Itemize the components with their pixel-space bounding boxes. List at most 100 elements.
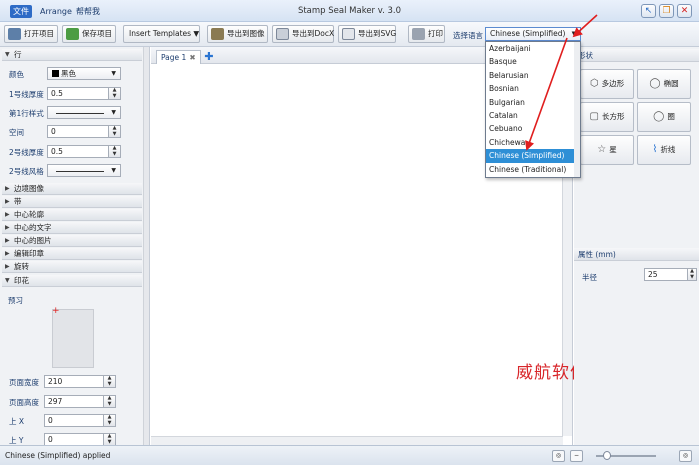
document-icon [276,28,289,40]
add-page-icon[interactable]: ✚ [203,51,215,63]
section-center-image[interactable]: ▶ 中心的图片 [2,235,142,247]
polyline-shape-button[interactable]: ⌇ 折线 [637,135,691,165]
help-window-button[interactable]: ↖ [641,4,656,18]
line-style-sample [56,171,104,172]
expanded-icon: ▼ [5,51,10,58]
zoom-in-icon: ◎ [682,452,689,459]
line2-width-input[interactable]: 0.5 [47,145,109,158]
circle-icon: ◯ [653,111,665,122]
section-band[interactable]: ▶ 带 [2,196,142,208]
polygon-shape-button[interactable]: ⬡ 多边形 [580,69,634,99]
collapsed-icon: ▶ [5,198,10,205]
arrow-icon: ↖ [644,6,653,16]
restore-icon: ❐ [662,6,671,16]
save-icon [66,28,79,40]
section-print[interactable]: ▼ 印花 [2,275,142,287]
language-option[interactable]: Bulgarian [486,96,580,109]
printer-icon [412,28,425,40]
language-label: 选择语言 [453,31,483,40]
section-border-image[interactable]: ▶ 边境图像 [2,183,142,195]
line1-width-input[interactable]: 0.5 [47,87,109,100]
rectangle-shape-button[interactable]: ▢ 长方形 [580,102,634,132]
open-project-button[interactable]: 打开项目 [4,25,58,43]
collapsed-icon: ▶ [5,263,10,270]
language-option[interactable]: Cebuano [486,122,580,135]
top-y-input[interactable]: 0 [44,433,104,445]
section-rotate[interactable]: ▶ 旋转 [2,261,142,273]
close-window-button[interactable]: ✕ [677,4,692,18]
ellipse-shape-button[interactable]: ◯ 椭圆 [637,69,691,99]
minus-icon: − [573,452,580,459]
insert-templates-button[interactable]: Insert Templates ▼ [123,25,200,43]
color-select[interactable]: 黑色 ▼ [47,67,121,80]
section-center-text[interactable]: ▶ 中心的文字 [2,222,142,234]
shapes-header: 形状 [574,49,699,62]
toolbar: 打开项目 保存项目 Insert Templates ▼ 导出到图像 导出到Do… [0,22,699,47]
polygon-icon: ⬡ [589,78,599,89]
status-bar: Chinese (Simplified) applied ◎ − ◎ [0,445,699,465]
language-option[interactable]: Chichewa [486,136,580,149]
circle-shape-button[interactable]: ◯ 圈 [637,102,691,132]
language-option[interactable]: Azerbaijani [486,42,580,55]
crosshair-icon: + [52,306,60,316]
section-line[interactable]: ▼ 行 [2,49,142,61]
language-option[interactable]: Basque [486,55,580,68]
space-input[interactable]: 0 [47,125,109,138]
preview-label: 预习 [8,296,23,305]
top-x-stepper[interactable]: ▲ ▼ [103,414,116,427]
print-preview: + [52,306,94,368]
line2-width-label: 2号线厚度 [9,148,44,157]
radius-stepper[interactable]: ▲ ▼ [687,268,697,281]
right-panel: 形状 ⬡ 多边形 ◯ 椭圆 ▢ 长方形 ◯ 圈 ☆ 星 ⌇ 折线 属性 (mm) 半径 25… [574,47,699,445]
zoom-in-button[interactable]: ◎ [679,450,692,462]
restore-window-button[interactable]: ❐ [659,4,674,18]
radius-input[interactable]: 25 [644,268,688,281]
language-option[interactable]: Bosnian [486,82,580,95]
line1-style-select[interactable]: ▼ [47,106,121,119]
page-height-label: 页面高度 [9,398,39,407]
export-svg-button[interactable]: 导出到SVG [338,25,396,43]
export-image-button[interactable]: 导出到图像 [207,25,268,43]
zoom-slider-handle[interactable] [603,451,611,460]
page-height-input[interactable]: 297 [44,395,104,408]
color-swatch [52,70,59,77]
top-y-stepper[interactable]: ▲ ▼ [103,433,116,445]
ellipse-icon: ◯ [649,78,661,89]
section-edit-stamp[interactable]: ▶ 编辑印章 [2,248,142,260]
close-icon[interactable]: ✖ [189,53,195,62]
language-option[interactable]: Catalan [486,109,580,122]
page-height-stepper[interactable]: ▲ ▼ [103,395,116,408]
collapsed-icon: ▶ [5,250,10,257]
line-style-sample [56,113,104,114]
save-project-button[interactable]: 保存项目 [62,25,116,43]
line2-style-select[interactable]: ▼ [47,164,121,177]
expanded-icon: ▼ [5,277,10,284]
language-option-selected[interactable]: Chinese (Simplified) [486,149,580,163]
top-y-label: 上 Y [9,436,24,445]
language-option[interactable]: Chinese (Traditional) [486,163,580,176]
radius-label: 半径 [582,273,597,282]
zoom-out-button[interactable]: − [570,450,583,462]
fit-page-button[interactable]: ◎ [552,450,565,462]
open-folder-icon [8,28,21,40]
page-width-input[interactable]: 210 [44,375,104,388]
dropdown-scrollbar[interactable] [574,42,580,177]
line1-width-stepper[interactable]: ▲ ▼ [108,87,121,100]
star-shape-button[interactable]: ☆ 星 [580,135,634,165]
top-x-input[interactable]: 0 [44,414,104,427]
page-width-label: 页面宽度 [9,378,39,387]
language-select[interactable]: Chinese (Simplified) ▼ [485,27,581,41]
language-option[interactable]: Belarusian [486,69,580,82]
top-x-label: 上 X [9,417,25,426]
export-docx-button[interactable]: 导出到DocX [272,25,334,43]
line2-width-stepper[interactable]: ▲ ▼ [108,145,121,158]
tab-page-1[interactable]: Page 1 ✖ [156,50,201,64]
chevron-down-icon: ▼ [111,70,116,77]
collapsed-icon: ▶ [5,237,10,244]
page-width-stepper[interactable]: ▲ ▼ [103,375,116,388]
section-center-outline[interactable]: ▶ 中心轮廓 [2,209,142,221]
space-stepper[interactable]: ▲ ▼ [108,125,121,138]
canvas-horizontal-scrollbar[interactable] [151,436,563,445]
left-panel-scrollbar[interactable] [143,47,149,445]
print-button[interactable]: 打印 [408,25,445,43]
